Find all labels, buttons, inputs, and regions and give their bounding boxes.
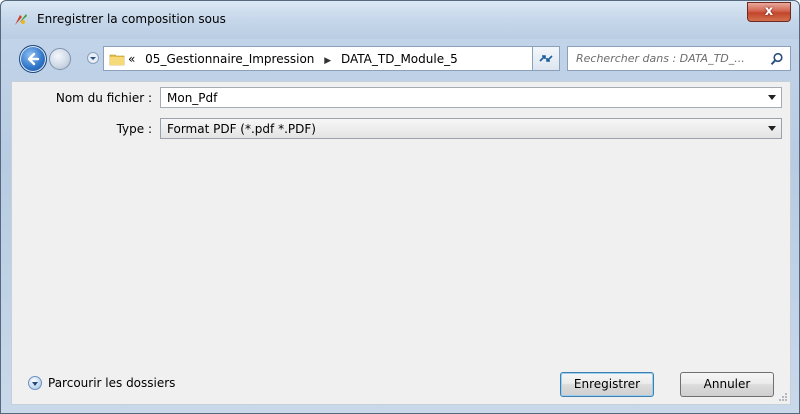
- type-value: Format PDF (*.pdf *.PDF): [167, 122, 316, 136]
- chevron-right-icon[interactable]: ▶: [324, 56, 331, 66]
- window-title: Enregistrer la composition sous: [37, 12, 226, 26]
- search-icon[interactable]: [770, 52, 784, 66]
- dialog-content: Nom du fichier : Mon_Pdf Type : Format P…: [11, 81, 791, 405]
- search-input[interactable]: Rechercher dans : DATA_TD_...: [567, 46, 791, 71]
- forward-button[interactable]: [49, 48, 71, 70]
- close-icon: x: [764, 4, 774, 19]
- address-bar[interactable]: « 05_Gestionnaire_Impression ▶ DATA_TD_M…: [103, 46, 635, 71]
- browse-folders-label: Parcourir les dossiers: [48, 376, 176, 390]
- refresh-button[interactable]: [532, 46, 560, 71]
- back-button[interactable]: [19, 45, 47, 73]
- expand-icon: [28, 376, 42, 390]
- breadcrumb-item-gestionnaire[interactable]: 05_Gestionnaire_Impression: [145, 52, 314, 66]
- chevron-down-icon[interactable]: [768, 126, 776, 131]
- resize-grip-icon[interactable]: [778, 392, 788, 402]
- breadcrumb-overflow[interactable]: «: [128, 52, 135, 66]
- chevron-down-icon[interactable]: [768, 95, 776, 100]
- app-icon: [15, 14, 27, 25]
- type-select[interactable]: Format PDF (*.pdf *.PDF): [160, 118, 782, 139]
- back-arrow-icon: [27, 52, 40, 66]
- search-placeholder: Rechercher dans : DATA_TD_...: [576, 52, 745, 65]
- type-label: Type :: [116, 122, 152, 136]
- filename-value: Mon_Pdf: [167, 91, 218, 105]
- refresh-icon: [539, 55, 553, 62]
- filename-label: Nom du fichier :: [55, 91, 152, 105]
- breadcrumb: « 05_Gestionnaire_Impression ▶ DATA_TD_M…: [128, 52, 464, 66]
- folder-icon: [109, 54, 125, 66]
- filename-field[interactable]: Mon_Pdf: [160, 87, 782, 108]
- navigation-bar: « 05_Gestionnaire_Impression ▶ DATA_TD_M…: [1, 39, 799, 79]
- history-dropdown-icon[interactable]: [87, 52, 99, 64]
- save-dialog: Enregistrer la composition sous x « 05_G…: [0, 0, 800, 414]
- save-button[interactable]: Enregistrer: [560, 372, 654, 397]
- close-button[interactable]: x: [747, 2, 791, 22]
- cancel-button[interactable]: Annuler: [680, 372, 774, 397]
- breadcrumb-item-module[interactable]: DATA_TD_Module_5: [341, 52, 458, 66]
- title-bar: Enregistrer la composition sous x: [1, 1, 799, 39]
